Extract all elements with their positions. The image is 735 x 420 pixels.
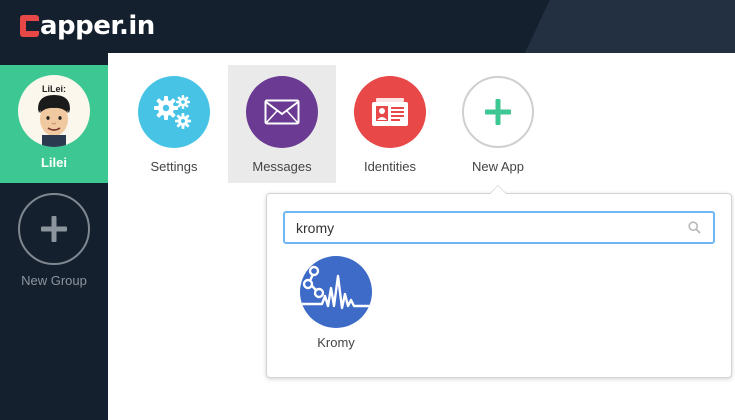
plus-icon bbox=[485, 99, 511, 125]
logo-text: apper.in bbox=[40, 11, 155, 41]
top-bar: apper.in bbox=[0, 0, 735, 53]
popup-arrow bbox=[489, 185, 507, 194]
kromy-icon bbox=[302, 265, 372, 310]
new-app-popup: Kromy bbox=[266, 185, 732, 378]
app-identities-circle bbox=[354, 76, 426, 148]
plus-icon bbox=[41, 216, 67, 242]
app-settings[interactable]: Settings bbox=[120, 65, 228, 183]
app-new-app-circle bbox=[462, 76, 534, 148]
logo-g-mark bbox=[20, 15, 39, 37]
app-messages-circle bbox=[246, 76, 318, 148]
avatar-tag: LiLei: bbox=[42, 84, 66, 94]
app-identities[interactable]: Identities bbox=[336, 65, 444, 183]
result-kromy-label: Kromy bbox=[317, 335, 355, 350]
app-identities-label: Identities bbox=[363, 159, 417, 174]
sidebar-group-label: Lilei bbox=[40, 155, 67, 170]
avatar: LiLei: bbox=[18, 75, 90, 147]
new-group-button[interactable]: New Group bbox=[0, 193, 108, 293]
envelope-icon bbox=[264, 99, 300, 125]
main-panel: Settings Messages Identities New App kro… bbox=[108, 53, 735, 420]
new-group-label: New Group bbox=[21, 273, 87, 288]
search-box bbox=[283, 211, 715, 244]
result-kromy[interactable]: Kromy bbox=[299, 256, 373, 356]
top-bar-accent bbox=[525, 0, 735, 53]
search-icon[interactable] bbox=[688, 221, 701, 234]
result-kromy-circle bbox=[300, 256, 372, 328]
new-group-circle bbox=[18, 193, 90, 265]
search-input[interactable] bbox=[285, 213, 680, 242]
app-settings-label: Settings bbox=[150, 159, 198, 174]
id-card-icon bbox=[372, 98, 408, 126]
app-messages-label: Messages bbox=[252, 159, 312, 174]
app-new-app-label: New App bbox=[471, 159, 525, 174]
app-settings-circle bbox=[138, 76, 210, 148]
sidebar: LiLei: Lilei New Group bbox=[0, 53, 108, 420]
logo[interactable]: apper.in bbox=[20, 9, 155, 43]
app-new-app[interactable]: New App bbox=[444, 65, 552, 183]
gears-icon bbox=[154, 95, 191, 129]
app-messages[interactable]: Messages bbox=[228, 65, 336, 183]
sidebar-group-lilei[interactable]: LiLei: Lilei bbox=[0, 65, 108, 183]
